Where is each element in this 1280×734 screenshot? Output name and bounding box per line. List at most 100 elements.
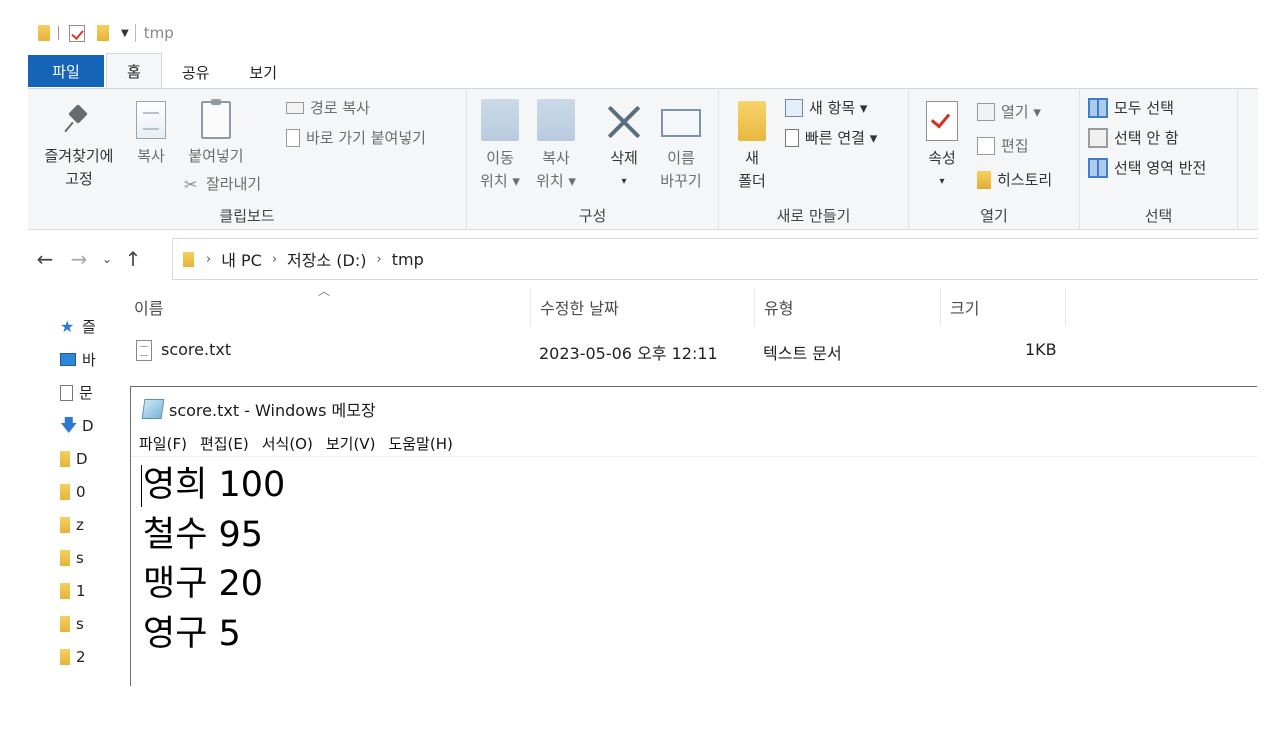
menu-help[interactable]: 도움말(H) [388,433,452,454]
breadcrumb-tmp[interactable]: tmp [392,250,424,269]
easy-access-button[interactable]: 빠른 연결 ▾ [785,127,877,148]
select-none-button[interactable]: 선택 안 함 [1088,127,1179,148]
scissors-icon: ✂ [184,174,198,194]
nav-item-label: z [76,515,84,534]
menu-file[interactable]: 파일(F) [139,433,187,454]
rename-label-2: 바꾸기 [660,172,702,190]
group-label-select: 선택 [1144,207,1173,225]
invert-selection-button[interactable]: 선택 영역 반전 [1088,157,1206,178]
file-row[interactable]: score.txt 2023-05-06 오후 12:11 텍스트 문서 1KB [130,333,1070,365]
notepad-title-bar[interactable]: score.txt - Windows 메모장 [131,387,1257,431]
tab-file[interactable]: 파일 [28,55,104,87]
select-none-icon [1088,127,1108,148]
folder-icon [60,483,70,500]
chevron-right-icon[interactable]: › [272,252,277,267]
open-button[interactable]: 열기 ▾ [977,101,1041,122]
easy-access-icon [785,128,799,147]
menu-format[interactable]: 서식(O) [262,433,313,454]
chevron-right-icon[interactable]: › [206,252,211,267]
paste-shortcut-button[interactable]: 바로 가기 붙여넣기 [286,127,426,148]
chevron-right-icon[interactable]: › [377,252,382,267]
tab-view[interactable]: 보기 [229,55,297,89]
nav-item-label: D [76,449,88,468]
folder-icon [60,549,70,566]
copy-path-icon [286,101,304,114]
move-to-button[interactable]: 이동 위치 ▾ [475,99,525,193]
download-icon: 🡇 [60,415,78,436]
ribbon: 즐겨찾기에 고정 복사 붙여넣기 경로 복사 바로 가기 붙여넣기 ✂ 잘라내기… [28,88,1258,230]
breadcrumb-drive-d[interactable]: 저장소 (D:) [287,247,366,271]
copy-button[interactable]: 복사 [128,101,174,168]
properties-dropdown-icon[interactable]: ▾ [939,170,944,193]
column-divider[interactable] [754,288,755,326]
group-label-new: 새로 만들기 [776,207,851,225]
pin-to-quick-access-button[interactable]: 즐겨찾기에 고정 [34,101,124,191]
copy-label: 복사 [137,147,165,165]
select-all-button[interactable]: 모두 선택 [1088,97,1174,118]
customize-quick-access-icon[interactable]: ▼ [121,28,129,39]
new-folder-button[interactable]: 새 폴더 [729,101,775,193]
copy-to-button[interactable]: 복사 위치 ▾ [531,99,581,193]
tab-share[interactable]: 공유 [162,55,230,89]
open-label: 열기 ▾ [1001,103,1041,121]
menu-edit[interactable]: 편집(E) [200,433,249,454]
nav-item-folder[interactable]: z [60,508,105,541]
copy-path-button[interactable]: 경로 복사 [286,97,370,118]
move-label-1: 이동 [486,149,514,167]
history-button[interactable]: 히스토리 [977,169,1052,190]
up-arrow-icon[interactable]: ↑ [118,247,148,271]
back-arrow-icon[interactable]: ← [28,247,62,271]
nav-item-documents[interactable]: 문 [60,376,105,409]
column-divider[interactable] [1065,288,1066,326]
recent-locations-chevron-icon[interactable]: ⌄ [96,252,118,266]
group-label-organize: 구성 [578,207,607,225]
paste-button[interactable]: 붙여넣기 [180,99,252,168]
breadcrumb-this-pc[interactable]: 내 PC [221,247,262,271]
file-modified: 2023-05-06 오후 12:11 [539,344,718,363]
new-folder-quick-icon[interactable] [97,25,109,41]
properties-icon [926,101,958,141]
nav-item-folder[interactable]: s [60,541,105,574]
column-header-type[interactable]: 유형 [764,288,793,326]
delete-icon [604,101,644,141]
notepad-window: score.txt - Windows 메모장 파일(F) 편집(E) 서식(O… [130,386,1257,686]
nav-item-folder[interactable]: 2 [60,640,105,673]
text-cursor [141,465,142,507]
properties-button[interactable]: 속성 ▾ [919,101,965,193]
group-organize: 이동 위치 ▾ 복사 위치 ▾ 삭제 ▾ 이름 바꾸기 구성 [467,89,719,230]
column-divider[interactable] [940,288,941,326]
new-item-button[interactable]: 새 항목 ▾ [785,97,867,118]
nav-item-folder[interactable]: 0 [60,475,105,508]
nav-item-desktop[interactable]: 바 [60,343,105,376]
nav-item-folder[interactable]: s [60,607,105,640]
column-header-size[interactable]: 크기 [950,288,979,326]
nav-item-label: s [76,548,84,567]
menu-view[interactable]: 보기(V) [326,433,376,454]
window-title: tmp [134,24,174,42]
notepad-title: score.txt - Windows 메모장 [169,401,376,420]
tab-home[interactable]: 홈 [106,53,162,89]
column-header-modified[interactable]: 수정한 날짜 [540,288,619,326]
column-header-name[interactable]: 이름 [134,288,163,326]
address-bar[interactable]: › 내 PC › 저장소 (D:) › tmp [172,238,1258,280]
nav-item-label: 0 [76,482,86,501]
rename-button[interactable]: 이름 바꾸기 [653,99,709,193]
notepad-text-area[interactable]: 영희 100 철수 95 맹구 20 영구 5 [143,461,285,659]
cut-button[interactable]: ✂ 잘라내기 [184,173,261,194]
column-divider[interactable] [530,288,531,326]
nav-item-quick-access[interactable]: ★ 즐 [60,310,105,343]
delete-dropdown-icon[interactable]: ▾ [621,170,626,193]
delete-button[interactable]: 삭제 ▾ [599,101,649,193]
edit-button[interactable]: 편집 [977,135,1029,156]
edit-icon [977,136,995,155]
nav-item-folder[interactable]: 1 [60,574,105,607]
forward-arrow-icon[interactable]: → [62,247,96,271]
group-new: 새 폴더 새 항목 ▾ 빠른 연결 ▾ 새로 만들기 [719,89,909,230]
text-file-icon [136,340,152,361]
properties-quick-icon[interactable] [69,24,85,42]
pin-label-2: 고정 [65,170,93,188]
nav-item-label: 즐 [82,318,96,336]
nav-item-folder[interactable]: D [60,442,105,475]
star-icon: ★ [60,316,75,336]
nav-item-downloads[interactable]: 🡇 D [60,409,105,442]
